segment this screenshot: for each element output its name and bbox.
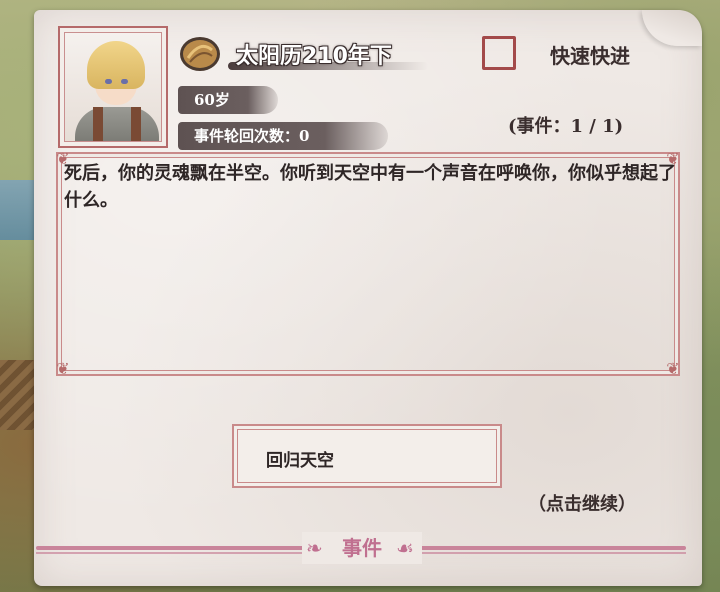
character-portrait bbox=[58, 26, 168, 148]
cycle-count-badge: 事件轮回次数：0 bbox=[178, 122, 388, 150]
age-badge: 60岁 bbox=[178, 86, 278, 114]
calendar-date: 太阳历210年下 bbox=[236, 44, 392, 69]
fast-forward-checkbox[interactable] bbox=[482, 36, 516, 70]
portrait-eye bbox=[105, 79, 112, 84]
flourish-right-icon: ☙ bbox=[396, 536, 414, 560]
story-text-frame: ❦ ❦ ❦ ❦ 死后，你的灵魂飘在半空。你听到天空中有一个声音在呼唤你，你似乎想… bbox=[56, 150, 680, 378]
portrait-body bbox=[75, 107, 159, 141]
story-text: 死后，你的灵魂飘在半空。你听到天空中有一个声音在呼唤你，你似乎想起了什么。 bbox=[64, 163, 676, 211]
portrait-eye bbox=[121, 79, 128, 84]
portrait-frame bbox=[64, 32, 162, 142]
choice-button-return-sky[interactable]: 回归天空 bbox=[232, 424, 502, 488]
event-counter: (事件：1 / 1) bbox=[508, 116, 624, 137]
fast-forward-label[interactable]: 快速快进 bbox=[550, 40, 630, 69]
portrait-strap bbox=[131, 107, 141, 141]
portrait-strap bbox=[93, 107, 103, 141]
portrait-hair bbox=[87, 41, 145, 89]
corner-ornament-icon: ❦ bbox=[666, 359, 680, 378]
corner-ornament-icon: ❦ bbox=[56, 359, 70, 378]
bread-coin-icon bbox=[180, 37, 220, 71]
choice-label: 回归天空 bbox=[266, 451, 334, 471]
flourish-left-icon: ❧ bbox=[306, 536, 323, 560]
paper-curl bbox=[642, 10, 702, 46]
click-to-continue[interactable]: （点击继续） bbox=[528, 490, 636, 516]
